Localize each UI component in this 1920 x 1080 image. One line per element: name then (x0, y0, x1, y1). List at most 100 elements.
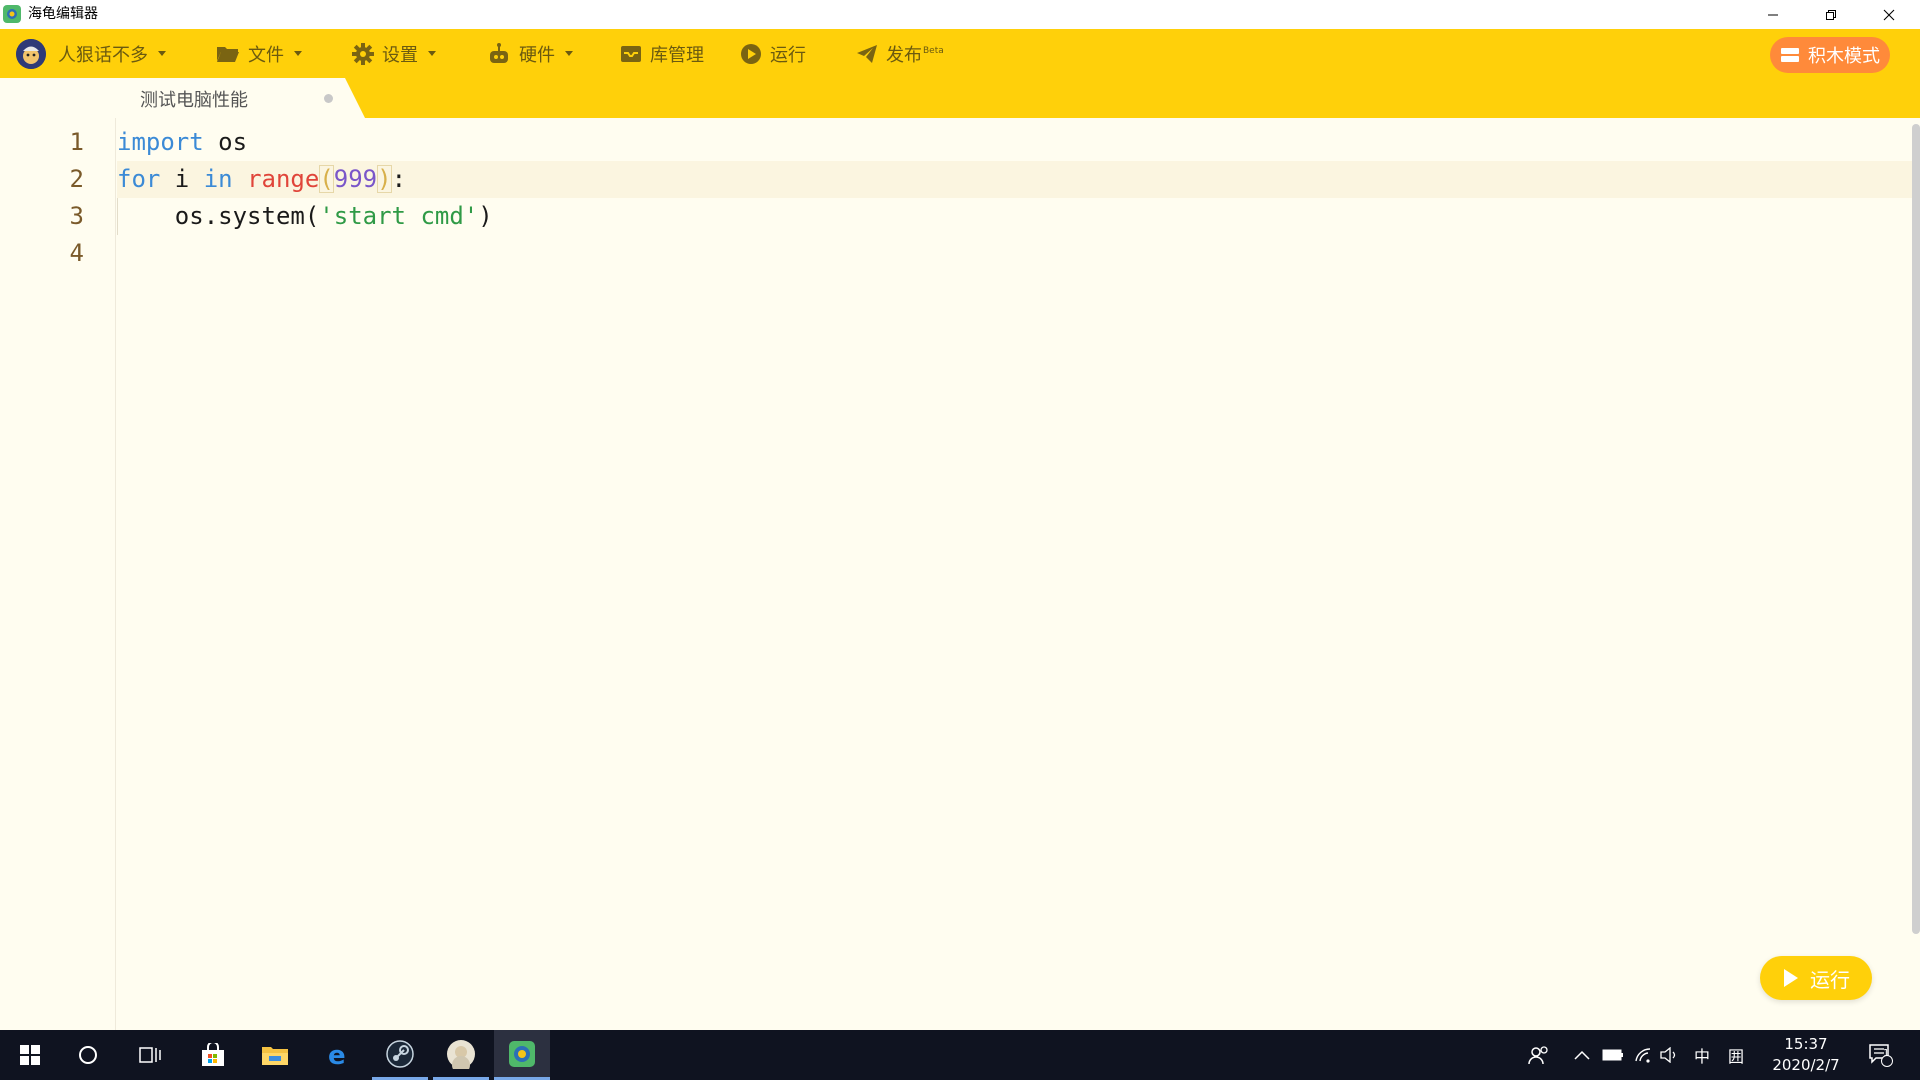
cortana-circle-icon (79, 1046, 97, 1064)
code-token: os.system( (117, 202, 320, 230)
battery-status[interactable] (1602, 1030, 1624, 1080)
start-button[interactable] (2, 1030, 58, 1080)
people-icon-wrapper[interactable] (1528, 1030, 1550, 1080)
code-token: for (117, 165, 161, 193)
volume-control[interactable] (1660, 1030, 1680, 1080)
tab-label: 测试电脑性能 (140, 90, 248, 111)
code-line[interactable]: import os (117, 124, 247, 161)
beta-badge: Beta (923, 45, 944, 56)
notification-count: 1 (1883, 1048, 1890, 1059)
blocks-icon (1781, 48, 1799, 62)
close-button[interactable] (1860, 0, 1918, 29)
chevron-down-icon (158, 51, 166, 56)
block-mode-label: 积木模式 (1808, 46, 1880, 67)
library-manager-button[interactable]: 库管理 (620, 29, 704, 78)
restore-button[interactable] (1802, 0, 1860, 29)
code-token: i (160, 165, 204, 193)
publish-label: 发布 (886, 44, 922, 66)
taskbar-app-avatar[interactable] (433, 1030, 489, 1080)
settings-menu-label: 设置 (382, 44, 418, 66)
file-explorer-icon (262, 1047, 288, 1065)
code-token: 999 (333, 165, 378, 193)
user-menu[interactable]: 人狠话不多 (16, 29, 166, 78)
taskbar-edge[interactable]: e (310, 1030, 366, 1080)
code-editor[interactable]: 1 2 3 4 import os for i in range(999): o… (0, 118, 1912, 1030)
action-center-button[interactable]: 1 (1868, 1030, 1894, 1080)
chevron-down-icon (565, 51, 573, 56)
vertical-scrollbar[interactable] (1912, 124, 1920, 934)
play-circle-icon (741, 43, 761, 64)
svg-text:e: e (328, 1042, 346, 1068)
code-token: ) (478, 202, 493, 230)
taskbar-turtle-editor[interactable] (494, 1030, 550, 1080)
library-manager-label: 库管理 (650, 44, 704, 66)
hardware-menu[interactable]: 硬件 (487, 29, 573, 78)
turtle-app-icon (509, 1040, 535, 1067)
folder-icon (217, 46, 239, 62)
system-clock[interactable]: 15:37 2020/2/7 (1760, 1034, 1852, 1076)
line-number: 2 (69, 165, 84, 193)
file-menu[interactable]: 文件 (216, 29, 302, 78)
line-number: 4 (69, 239, 84, 267)
hardware-menu-label: 硬件 (519, 44, 555, 66)
run-button[interactable]: 运行 (1760, 956, 1872, 1000)
people-icon (1528, 1046, 1548, 1065)
run-button-label: 运行 (1810, 967, 1850, 992)
code-line[interactable]: os.system('start cmd') (117, 198, 493, 235)
steam-icon (386, 1039, 414, 1068)
close-icon (1883, 9, 1895, 20)
code-token: os (203, 128, 248, 156)
ime-layout-indicator[interactable]: 囲 (1728, 1030, 1744, 1080)
avatar-icon (16, 38, 46, 69)
chevron-down-icon (428, 51, 436, 56)
app-avatar-icon (447, 1039, 475, 1069)
publish-button[interactable]: 发布 Beta (856, 29, 944, 78)
gear-icon (352, 42, 374, 65)
edge-icon: e (328, 1042, 346, 1068)
search-button[interactable] (60, 1030, 116, 1080)
task-view-button[interactable] (122, 1030, 178, 1080)
clock-date: 2020/2/7 (1772, 1056, 1840, 1074)
taskbar-steam[interactable] (372, 1030, 428, 1080)
code-token: range (247, 165, 320, 193)
line-number-gutter: 1 2 3 4 (0, 118, 116, 1030)
windows-taskbar: e 中 囲 15:37 2020/2/7 1 (0, 1030, 1920, 1080)
code-token: ( (319, 165, 334, 193)
settings-menu[interactable]: 设置 (352, 29, 436, 78)
ime-indicator[interactable]: 中 (1694, 1030, 1710, 1080)
run-toolbar-label: 运行 (770, 44, 806, 66)
clock-time: 15:37 (1784, 1035, 1828, 1053)
taskbar-store[interactable] (185, 1030, 241, 1080)
main-toolbar: 人狠话不多 文件 设置 硬件 库管理 运行 发布 Beta 积木模式 (0, 29, 1920, 78)
minimize-button[interactable] (1744, 0, 1802, 29)
minimize-icon (1768, 14, 1778, 15)
chevron-up-icon (1574, 1050, 1590, 1060)
tab-current-file[interactable]: 测试电脑性能 (0, 78, 365, 118)
play-icon (1784, 969, 1798, 987)
title-bar: 海龟编辑器 (0, 0, 1920, 29)
turtle-app-icon (3, 5, 21, 23)
run-toolbar-button[interactable]: 运行 (740, 29, 806, 78)
windows-logo-icon (20, 1045, 40, 1065)
window-title: 海龟编辑器 (28, 6, 98, 22)
tab-strip: 测试电脑性能 (0, 78, 1920, 118)
line-number: 3 (69, 202, 84, 230)
code-token: import (117, 128, 204, 156)
network-status[interactable] (1634, 1030, 1652, 1080)
paper-plane-icon (857, 44, 877, 63)
block-mode-button[interactable]: 积木模式 (1770, 37, 1890, 73)
notification-icon (1869, 1044, 1893, 1067)
code-token: ) (377, 165, 392, 193)
line-number: 1 (69, 128, 84, 156)
wifi-icon (1635, 1048, 1651, 1063)
restore-icon (1826, 9, 1836, 20)
code-line[interactable]: for i in range(999): (117, 161, 406, 198)
avatar (16, 38, 46, 69)
code-token: 'start cmd' (319, 202, 479, 230)
show-hidden-icons[interactable] (1574, 1030, 1590, 1080)
task-view-icon (139, 1047, 161, 1063)
taskbar-file-explorer[interactable] (247, 1030, 303, 1080)
code-token: in (203, 165, 233, 193)
unsaved-dot-icon[interactable] (324, 94, 333, 103)
